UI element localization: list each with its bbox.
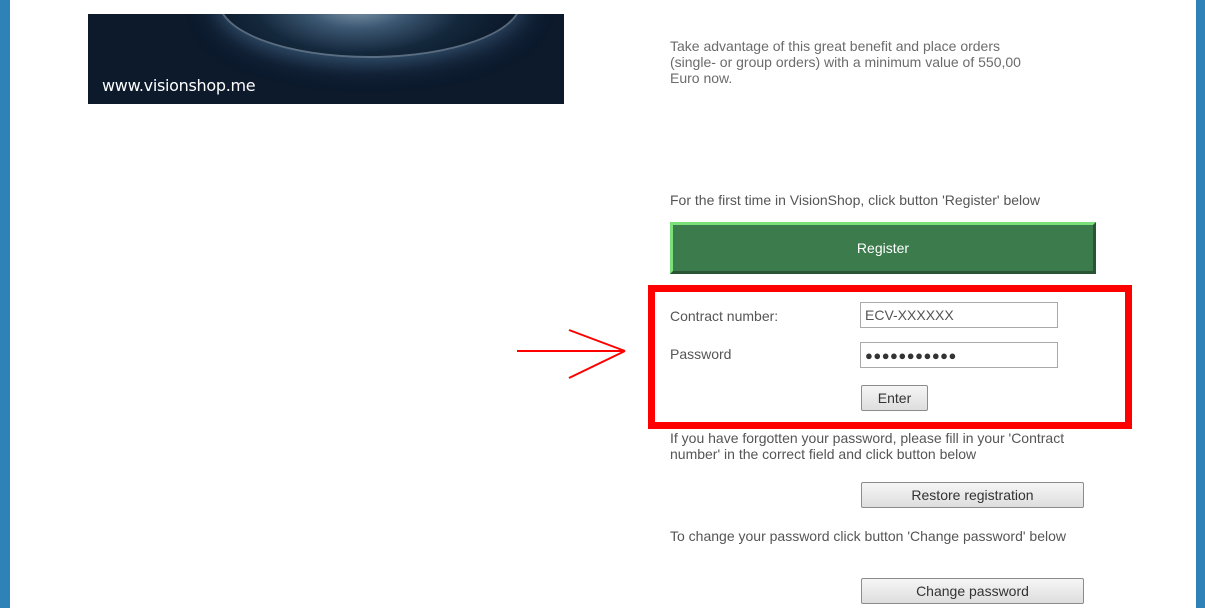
red-arrow-icon [517, 329, 626, 379]
banner-url-text: www.visionshop.me [102, 76, 256, 95]
restore-registration-button[interactable]: Restore registration [861, 482, 1084, 508]
contract-number-label: Contract number: [670, 308, 779, 324]
register-button-label: Register [856, 240, 910, 256]
forgot-password-text: If you have forgotten your password, ple… [670, 430, 1065, 462]
left-frame-bar [0, 0, 10, 608]
contract-number-value: ECV-XXXXXX [865, 307, 954, 323]
right-frame-bar [1196, 0, 1205, 608]
password-input[interactable]: ●●●●●●●●●●● [860, 342, 1058, 368]
register-button[interactable]: Register [670, 222, 1096, 274]
enter-button[interactable]: Enter [861, 385, 928, 411]
visionshop-banner-image: www.visionshop.me [88, 14, 564, 104]
lens-graphic [218, 14, 522, 58]
contract-number-input[interactable]: ECV-XXXXXX [860, 302, 1058, 328]
benefit-text: Take advantage of this great benefit and… [670, 38, 1021, 86]
password-value: ●●●●●●●●●●● [865, 347, 957, 363]
change-password-text: To change your password click button 'Ch… [670, 528, 1067, 544]
first-time-text: For the first time in VisionShop, click … [670, 192, 1041, 208]
enter-button-label: Enter [877, 390, 912, 406]
change-password-button[interactable]: Change password [861, 578, 1084, 604]
change-password-label: Change password [916, 583, 1029, 599]
restore-registration-label: Restore registration [911, 487, 1034, 503]
password-label: Password [670, 346, 732, 362]
